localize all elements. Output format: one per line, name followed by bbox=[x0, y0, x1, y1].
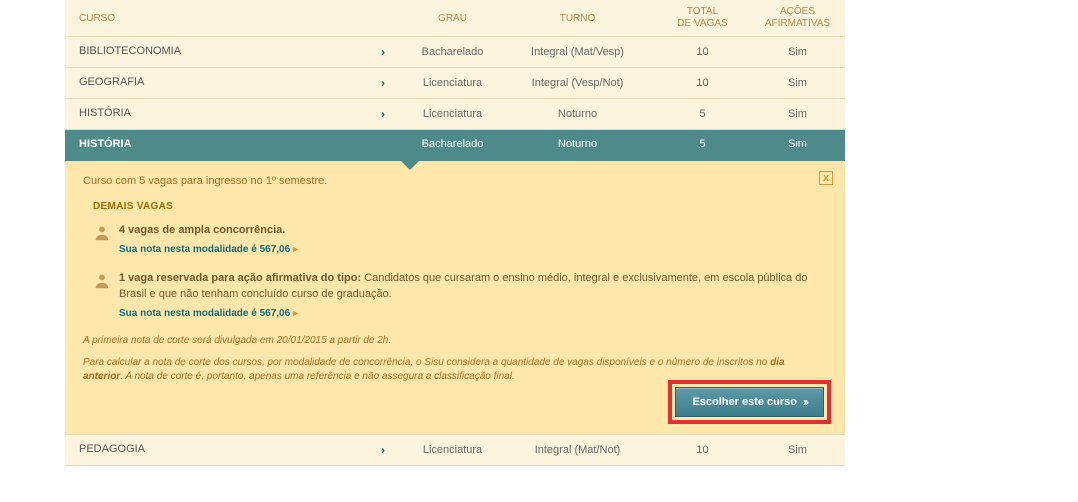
table-row[interactable]: GEOGRAFIA›LicenciaturaIntegral (Vesp/Not… bbox=[65, 68, 845, 99]
table-row[interactable]: HISTÓRIA›LicenciaturaNoturno5Sim bbox=[65, 99, 845, 130]
cell-curso: PEDAGOGIA› bbox=[65, 435, 405, 466]
nota-link-ampla[interactable]: Sua nota nesta modalidade é 567,06 ▸ bbox=[119, 242, 827, 258]
cell-curso: GEOGRAFIA› bbox=[65, 68, 405, 99]
cell-total: 10 bbox=[655, 435, 750, 466]
cell-grau: Bacharelado bbox=[405, 37, 500, 68]
cell-turno: Noturno bbox=[500, 99, 655, 130]
col-header-grau: GRAU bbox=[405, 0, 500, 37]
chevron-right-icon: › bbox=[381, 45, 385, 59]
demais-vagas-heading: DEMAIS VAGAS bbox=[93, 201, 827, 212]
chevron-right-icon: ▸ bbox=[293, 308, 298, 319]
cell-grau: Licenciatura bbox=[405, 435, 500, 466]
cell-total: 10 bbox=[655, 68, 750, 99]
col-header-curso: CURSO bbox=[65, 0, 405, 37]
course-detail-panel: x Curso com 5 vagas para ingresso no 1º … bbox=[65, 159, 845, 435]
courses-table-continued: PEDAGOGIA›LicenciaturaIntegral (Mat/Not)… bbox=[65, 435, 845, 466]
cell-acoes: Sim bbox=[750, 37, 845, 68]
chevron-right-icon: › bbox=[381, 107, 385, 121]
table-header-row: CURSO GRAU TURNO TOTALDE VAGAS AÇÕESAFIR… bbox=[65, 0, 845, 37]
table-row[interactable]: PEDAGOGIA›LicenciaturaIntegral (Mat/Not)… bbox=[65, 435, 845, 466]
table-row[interactable]: HISTÓRIABachareladoNoturno5Sim bbox=[65, 130, 845, 159]
vaga-item-afirmativa: 1 vaga reservada para ação afirmativa do… bbox=[93, 270, 827, 322]
person-icon bbox=[93, 272, 111, 290]
cell-total: 5 bbox=[655, 130, 750, 159]
cell-curso: HISTÓRIA bbox=[65, 130, 405, 159]
cell-turno: Integral (Mat/Vesp) bbox=[500, 37, 655, 68]
table-row[interactable]: BIBLIOTECONOMIA›BachareladoIntegral (Mat… bbox=[65, 37, 845, 68]
vaga-afirmativa-title: 1 vaga reservada para ação afirmativa do… bbox=[119, 272, 361, 284]
cell-turno: Integral (Vesp/Not) bbox=[500, 68, 655, 99]
cell-curso: HISTÓRIA› bbox=[65, 99, 405, 130]
cell-acoes: Sim bbox=[750, 68, 845, 99]
col-header-acoes: AÇÕESAFIRMATIVAS bbox=[750, 0, 845, 37]
chevron-right-icon: › bbox=[381, 76, 385, 90]
cell-turno: Integral (Mat/Not) bbox=[500, 435, 655, 466]
choose-course-highlight: Escolher este curso›› bbox=[668, 380, 831, 424]
cell-grau: Licenciatura bbox=[405, 99, 500, 130]
courses-table: CURSO GRAU TURNO TOTALDE VAGAS AÇÕESAFIR… bbox=[65, 0, 845, 159]
fineprint-line1: A primeira nota de corte será divulgada … bbox=[83, 334, 827, 348]
close-icon[interactable]: x bbox=[819, 171, 833, 185]
cell-total: 5 bbox=[655, 99, 750, 130]
choose-course-button[interactable]: Escolher este curso›› bbox=[675, 387, 824, 417]
col-header-turno: TURNO bbox=[500, 0, 655, 37]
cell-total: 10 bbox=[655, 37, 750, 68]
double-chevron-right-icon: ›› bbox=[803, 395, 807, 409]
cell-acoes: Sim bbox=[750, 435, 845, 466]
cell-grau: Bacharelado bbox=[405, 130, 500, 159]
cell-acoes: Sim bbox=[750, 130, 845, 159]
cell-grau: Licenciatura bbox=[405, 68, 500, 99]
vaga-ampla-title: 4 vagas de ampla concorrência. bbox=[119, 224, 285, 236]
nota-link-afirmativa[interactable]: Sua nota nesta modalidade é 567,06 ▸ bbox=[119, 306, 827, 322]
person-icon bbox=[93, 224, 111, 242]
chevron-right-icon: ▸ bbox=[293, 244, 298, 255]
detail-intro-text: Curso com 5 vagas para ingresso no 1º se… bbox=[83, 175, 827, 187]
cell-curso: BIBLIOTECONOMIA› bbox=[65, 37, 405, 68]
col-header-totalvagas: TOTALDE VAGAS bbox=[655, 0, 750, 37]
cell-acoes: Sim bbox=[750, 99, 845, 130]
vaga-item-ampla: 4 vagas de ampla concorrência. Sua nota … bbox=[93, 222, 827, 258]
cell-turno: Noturno bbox=[500, 130, 655, 159]
chevron-right-icon: › bbox=[381, 443, 385, 457]
